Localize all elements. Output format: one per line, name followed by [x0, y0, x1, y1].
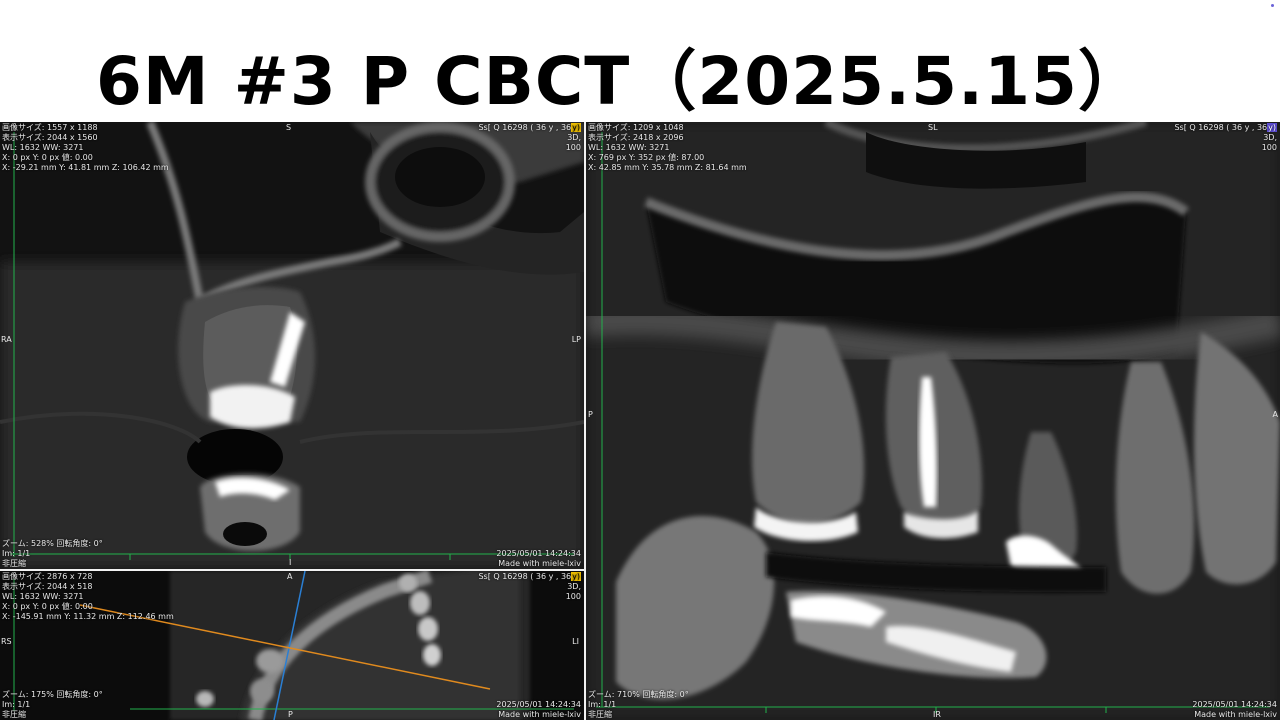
display-size-text: 表示サイズ: 2418 x 2096	[588, 133, 684, 142]
sagittal-info-bottomright: 2025/05/01 14:24:34 Made with miele-lxiv	[496, 549, 581, 569]
render-mode-text: 3D,	[567, 133, 581, 142]
series-label: Ss[ Q 16298 ( 36 y , 36	[1174, 123, 1268, 132]
pixel-value-text: X: 769 px Y: 352 px 値: 87.00	[588, 153, 705, 162]
image-index-text: Im: 1/1	[2, 700, 31, 709]
axial-info-topright: Ss[ Q 16298 ( 36 y , 36y) 3D, 100	[478, 572, 581, 602]
percent-text: 100	[1261, 143, 1277, 152]
display-size-text: 表示サイズ: 2044 x 518	[2, 582, 93, 591]
image-size-text: 画像サイズ: 2876 x 728	[2, 572, 93, 581]
orientation-left: P	[588, 410, 593, 419]
orientation-right: A	[1272, 410, 1278, 419]
timestamp-text: 2025/05/01 14:24:34	[496, 549, 581, 558]
window-level-text: WL: 1632 WW: 3271	[2, 143, 84, 152]
series-selection-badge[interactable]: y)	[571, 123, 581, 132]
series-selection-badge[interactable]: y)	[1267, 123, 1277, 132]
sagittal-info-bottomleft: ズーム: 528% 回転角度: 0° Im: 1/1 非圧縮	[2, 539, 103, 569]
window-level-text: WL: 1632 WW: 3271	[588, 143, 670, 152]
axial-info-bottomright: 2025/05/01 14:24:34 Made with miele-lxiv	[496, 700, 581, 720]
credit-text: Made with miele-lxiv	[498, 710, 581, 719]
compression-text: 非圧縮	[2, 559, 26, 568]
orientation-top: A	[287, 572, 293, 581]
compression-text: 非圧縮	[2, 710, 26, 719]
orientation-bottom: P	[288, 710, 293, 719]
sagittal-viewport[interactable]: 画像サイズ: 1557 x 1188 表示サイズ: 2044 x 1560 WL…	[0, 122, 584, 569]
zoom-rotation-text: ズーム: 710% 回転角度: 0°	[588, 690, 689, 699]
orientation-top: SL	[928, 123, 938, 132]
credit-text: Made with miele-lxiv	[498, 559, 581, 568]
orientation-left: RA	[1, 335, 12, 344]
display-size-text: 表示サイズ: 2044 x 1560	[2, 133, 98, 142]
coronal-info-topleft: 画像サイズ: 1209 x 1048 表示サイズ: 2418 x 2096 WL…	[588, 123, 747, 173]
slide-title: 6M #3 P CBCT（2025.5.15）	[96, 43, 1145, 120]
timestamp-text: 2025/05/01 14:24:34	[496, 700, 581, 709]
series-selection-badge[interactable]: y)	[571, 572, 581, 581]
coronal-info-topright: Ss[ Q 16298 ( 36 y , 36y) 3D, 100	[1174, 123, 1277, 153]
series-label: Ss[ Q 16298 ( 36 y , 36	[478, 123, 572, 132]
coronal-viewport[interactable]: 画像サイズ: 1209 x 1048 表示サイズ: 2418 x 2096 WL…	[586, 122, 1280, 720]
zoom-rotation-text: ズーム: 528% 回転角度: 0°	[2, 539, 103, 548]
sagittal-info-topleft: 画像サイズ: 1557 x 1188 表示サイズ: 2044 x 1560 WL…	[2, 123, 169, 173]
percent-text: 100	[565, 143, 581, 152]
compression-text: 非圧縮	[588, 710, 612, 719]
mm-coordinate-text: X: -145.91 mm Y: 11.32 mm Z: 112.46 mm	[2, 612, 174, 621]
sagittal-info-topright: Ss[ Q 16298 ( 36 y , 36y) 3D, 100	[478, 123, 581, 153]
image-index-text: Im: 1/1	[2, 549, 31, 558]
series-label: Ss[ Q 16298 ( 36 y , 36	[478, 572, 572, 581]
percent-text: 100	[565, 592, 581, 601]
timestamp-text: 2025/05/01 14:24:34	[1192, 700, 1277, 709]
mm-coordinate-text: X: -29.21 mm Y: 41.81 mm Z: 106.42 mm	[2, 163, 169, 172]
render-mode-text: 3D,	[1263, 133, 1277, 142]
orientation-right: LI	[572, 637, 579, 646]
axial-info-topleft: 画像サイズ: 2876 x 728 表示サイズ: 2044 x 518 WL: …	[2, 572, 174, 622]
orientation-left: RS	[1, 637, 12, 646]
zoom-rotation-text: ズーム: 175% 回転角度: 0°	[2, 690, 103, 699]
corner-marker	[1271, 4, 1274, 7]
axial-viewport[interactable]: 画像サイズ: 2876 x 728 表示サイズ: 2044 x 518 WL: …	[0, 571, 584, 720]
coronal-info-bottomright: 2025/05/01 14:24:34 Made with miele-lxiv	[1192, 700, 1277, 720]
orientation-top: S	[286, 123, 292, 132]
orientation-bottom: IR	[933, 710, 941, 719]
image-size-text: 画像サイズ: 1209 x 1048	[588, 123, 684, 132]
pixel-value-text: X: 0 px Y: 0 px 値: 0.00	[2, 602, 93, 611]
mm-coordinate-text: X: 42.85 mm Y: 35.78 mm Z: 81.64 mm	[588, 163, 747, 172]
orientation-bottom: I	[289, 558, 292, 567]
render-mode-text: 3D,	[567, 582, 581, 591]
coronal-cbct-image	[586, 122, 1280, 720]
credit-text: Made with miele-lxiv	[1194, 710, 1277, 719]
window-level-text: WL: 1632 WW: 3271	[2, 592, 84, 601]
image-index-text: Im: 1/1	[588, 700, 617, 709]
orientation-right: LP	[571, 335, 581, 344]
sagittal-cbct-image	[0, 122, 584, 569]
pixel-value-text: X: 0 px Y: 0 px 値: 0.00	[2, 153, 93, 162]
coronal-info-bottomleft: ズーム: 710% 回転角度: 0° Im: 1/1 非圧縮	[588, 690, 689, 720]
axial-info-bottomleft: ズーム: 175% 回転角度: 0° Im: 1/1 非圧縮	[2, 690, 103, 720]
image-size-text: 画像サイズ: 1557 x 1188	[2, 123, 98, 132]
